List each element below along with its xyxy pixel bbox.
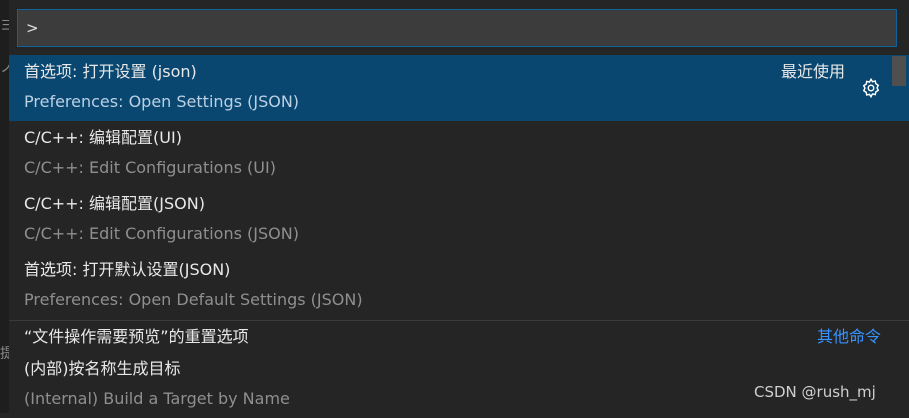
list-item[interactable]: “文件操作需要预览”的重置选项 其他命令 (9, 320, 909, 352)
command-input-box[interactable] (17, 9, 897, 47)
recently-used-label: 最近使用 (780, 62, 845, 81)
list-item[interactable]: C/C++: 编辑配置(UI) C/C++: Edit Configuratio… (9, 121, 909, 187)
command-detail: C/C++: Edit Configurations (UI) (24, 158, 276, 177)
edge-glyph: ノ (0, 60, 9, 76)
list-separator (9, 320, 909, 321)
command-detail: C/C++: Edit Configurations (JSON) (24, 224, 299, 243)
command-input[interactable] (26, 10, 886, 46)
other-commands-link[interactable]: 其他命令 (817, 326, 881, 348)
edge-glyph: ヨ (0, 18, 9, 34)
command-label: 首选项: 打开默认设置(JSON) (24, 260, 231, 279)
command-detail: Preferences: Open Settings (JSON) (24, 92, 300, 111)
editor-background-strip: ヨ ノ 提 (0, 0, 9, 413)
command-label: (内部)按名称生成目标 (24, 359, 181, 378)
edge-glyph: 提 (0, 346, 9, 362)
list-item[interactable]: 首选项: 打开默认设置(JSON) Preferences: Open Defa… (9, 253, 909, 319)
command-label: “文件操作需要预览”的重置选项 (24, 327, 249, 346)
command-label: C/C++: 编辑配置(UI) (24, 128, 182, 147)
command-detail: Preferences: Open Default Settings (JSON… (24, 290, 363, 309)
command-label: C/C++: 编辑配置(JSON) (24, 194, 205, 213)
command-label: 首选项: 打开设置 (json) (24, 62, 197, 81)
command-palette: 首选项: 打开设置 (json) Preferences: Open Setti… (9, 0, 909, 413)
list-item[interactable]: 首选项: 打开设置 (json) Preferences: Open Setti… (9, 55, 909, 121)
command-detail: (Internal) Build a Target by Name (24, 389, 290, 408)
watermark: CSDN @rush_mj (754, 383, 876, 401)
gear-icon[interactable] (858, 75, 884, 101)
list-item[interactable]: C/C++: 编辑配置(JSON) C/C++: Edit Configurat… (9, 187, 909, 253)
scrollbar-thumb[interactable] (892, 56, 906, 86)
